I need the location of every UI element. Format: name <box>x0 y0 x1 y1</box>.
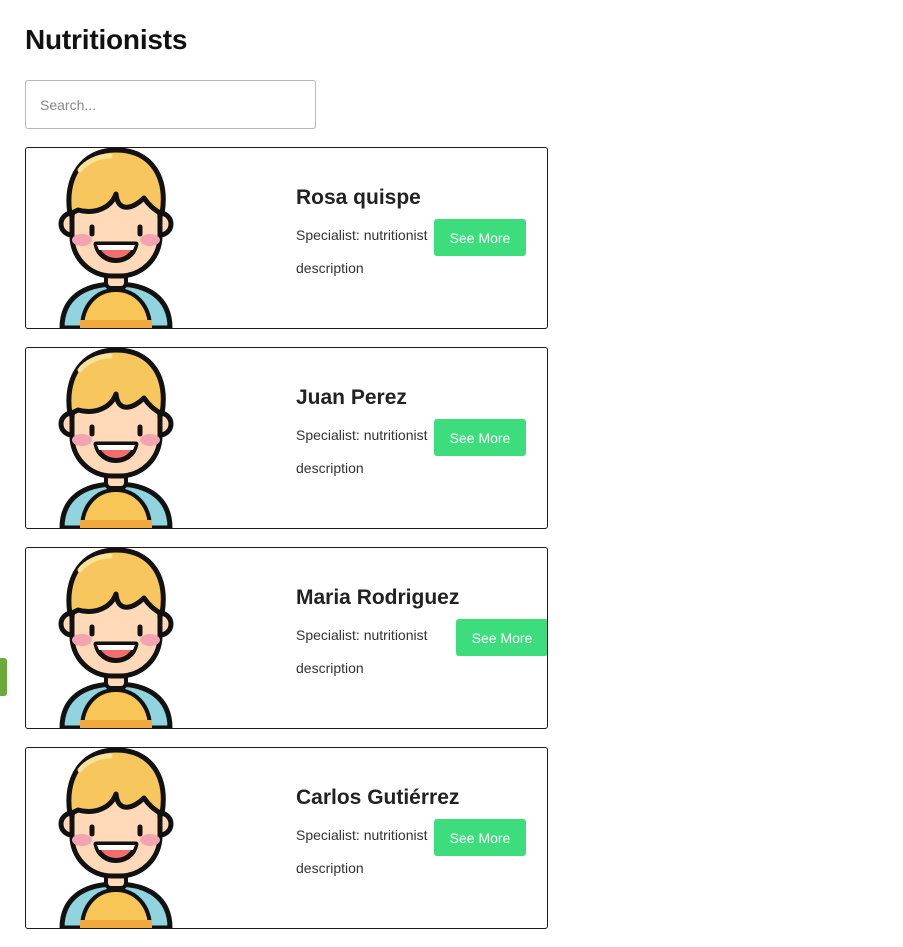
nutritionist-list: Rosa quispe Specialist: nutritionist des… <box>25 147 548 947</box>
nutritionist-name: Carlos Gutiérrez <box>296 786 460 809</box>
nutritionist-name: Maria Rodriguez <box>296 586 460 609</box>
nutritionist-description: description <box>296 660 364 676</box>
see-more-button[interactable]: See More <box>434 419 526 456</box>
side-feedback-tab[interactable] <box>0 658 7 696</box>
nutritionist-name: Rosa quispe <box>296 186 421 209</box>
search-box[interactable] <box>25 80 316 129</box>
nutritionist-card: Maria Rodriguez Specialist: nutritionist… <box>25 547 548 729</box>
nutritionist-card: Carlos Gutiérrez Specialist: nutritionis… <box>25 747 548 929</box>
boy-avatar-icon <box>56 748 176 928</box>
nutritionist-card: Juan Perez Specialist: nutritionist desc… <box>25 347 548 529</box>
nutritionist-name: Juan Perez <box>296 386 407 409</box>
see-more-button[interactable]: See More <box>434 819 526 856</box>
nutritionist-specialty: Specialist: nutritionist <box>296 627 428 643</box>
nutritionist-card: Rosa quispe Specialist: nutritionist des… <box>25 147 548 329</box>
nutritionist-specialty: Specialist: nutritionist <box>296 227 428 243</box>
page-title: Nutritionists <box>25 24 188 55</box>
boy-avatar-icon <box>56 348 176 528</box>
search-input[interactable] <box>26 81 315 128</box>
nutritionist-specialty: Specialist: nutritionist <box>296 427 428 443</box>
see-more-button[interactable]: See More <box>434 219 526 256</box>
boy-avatar-icon <box>56 548 176 728</box>
nutritionist-description: description <box>296 860 364 876</box>
nutritionist-specialty: Specialist: nutritionist <box>296 827 428 843</box>
boy-avatar-icon <box>56 148 176 328</box>
nutritionist-description: description <box>296 460 364 476</box>
nutritionist-description: description <box>296 260 364 276</box>
see-more-button[interactable]: See More <box>456 619 547 656</box>
